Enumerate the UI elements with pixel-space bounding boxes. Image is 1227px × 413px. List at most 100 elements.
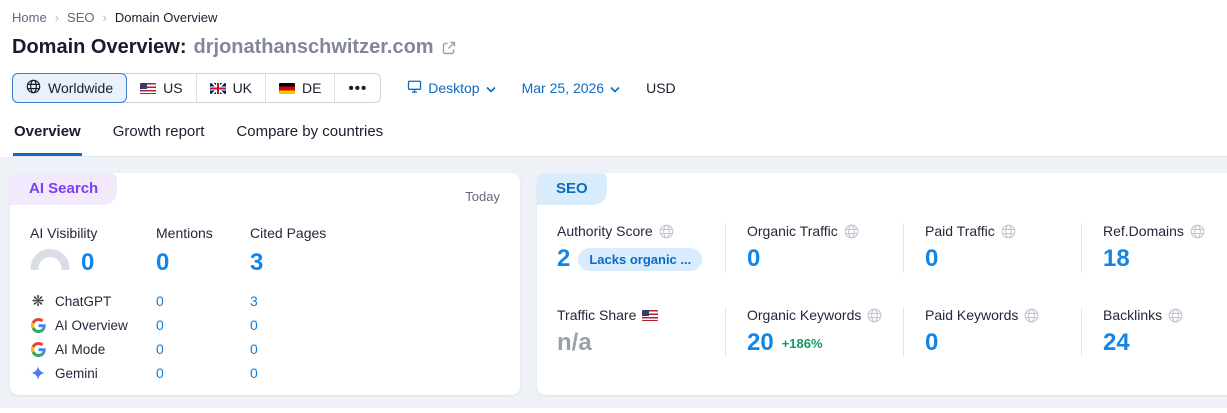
metric-paid-traffic: Paid Traffic 0: [903, 223, 1081, 273]
authority-score-value: 2 Lacks organic ...: [557, 245, 713, 273]
chatgpt-cited-pages[interactable]: 3: [250, 289, 520, 313]
ai-row-gemini: Gemini: [30, 361, 156, 385]
metric-value[interactable]: 0: [925, 329, 938, 357]
cited-pages-total[interactable]: 3: [250, 249, 520, 289]
globe-icon[interactable]: [1001, 224, 1016, 239]
region-button-de[interactable]: DE: [266, 74, 336, 102]
tab-compare-by-countries[interactable]: Compare by countries: [235, 123, 384, 156]
date-selector[interactable]: Mar 25, 2026: [522, 80, 621, 96]
breadcrumb-separator: ›: [54, 10, 60, 25]
metric-label: Ref.Domains: [1103, 223, 1184, 239]
ai-search-badge: AI Search: [10, 173, 118, 205]
page-title: Domain Overview: drjonathanschwitzer.com: [12, 36, 1227, 59]
region-label: US: [163, 80, 183, 96]
metric-paid-keywords: Paid Keywords 0: [903, 307, 1081, 357]
ai-row-label: AI Mode: [55, 341, 106, 357]
content-area: AI Search Today AI Visibility Mentions C…: [0, 157, 1227, 408]
mentions-header: Mentions: [156, 225, 213, 241]
globe-icon[interactable]: [844, 224, 859, 239]
metric-value[interactable]: 20: [747, 329, 774, 357]
seo-badge: SEO: [537, 173, 607, 205]
metric-label: Organic Traffic: [747, 223, 838, 239]
page-title-prefix: Domain Overview:: [12, 36, 187, 58]
google-icon: [30, 341, 46, 357]
device-selector[interactable]: Desktop: [407, 79, 496, 97]
chevron-down-icon: [486, 80, 496, 96]
metric-label: Organic Keywords: [747, 307, 862, 323]
metric-value[interactable]: 0: [747, 245, 760, 273]
organic-keywords-delta: +186%: [781, 335, 823, 351]
de-flag-icon: [279, 82, 296, 94]
metric-label: Paid Keywords: [925, 307, 1019, 323]
ai-overview-cited-pages[interactable]: 0: [250, 313, 520, 337]
more-regions-button[interactable]: •••: [335, 74, 380, 102]
cited-pages-header: Cited Pages: [250, 225, 327, 241]
domain-name: drjonathanschwitzer.com: [193, 36, 434, 58]
ai-search-card: AI Search Today AI Visibility Mentions C…: [10, 173, 520, 395]
authority-score-tag[interactable]: Lacks organic ...: [578, 247, 703, 271]
metric-authority-score: Authority Score 2 Lacks organic ...: [557, 223, 725, 273]
ai-row-ai-overview: AI Overview: [30, 313, 156, 337]
page-header: Home › SEO › Domain Overview Domain Over…: [0, 0, 1227, 157]
ai-visibility-header: AI Visibility: [30, 225, 98, 241]
ai-row-label: ChatGPT: [55, 293, 112, 309]
metric-label: Authority Score: [557, 223, 653, 239]
period-label: Today: [465, 189, 500, 204]
metric-traffic-share: Traffic Share n/a: [557, 307, 725, 357]
chatgpt-icon: ❋: [31, 292, 45, 310]
metric-value[interactable]: 2: [557, 245, 570, 273]
us-flag-icon: [642, 309, 659, 321]
breadcrumb-item-home[interactable]: Home: [12, 10, 47, 25]
device-label: Desktop: [428, 80, 480, 96]
chatgpt-mentions[interactable]: 0: [156, 289, 250, 313]
metric-value[interactable]: 0: [925, 245, 938, 273]
tab-overview[interactable]: Overview: [13, 123, 82, 156]
uk-flag-icon: [209, 82, 226, 94]
breadcrumb-item-domain-overview: Domain Overview: [114, 10, 218, 25]
gauge-icon: [30, 249, 70, 277]
gemini-mentions[interactable]: 0: [156, 361, 250, 385]
globe-icon[interactable]: [1024, 308, 1039, 323]
date-label: Mar 25, 2026: [521, 80, 605, 96]
us-flag-icon: [140, 82, 157, 94]
google-icon: [30, 317, 46, 333]
breadcrumb: Home › SEO › Domain Overview: [12, 10, 1227, 25]
ai-mode-mentions[interactable]: 0: [156, 337, 250, 361]
ai-mode-cited-pages[interactable]: 0: [250, 337, 520, 361]
breadcrumb-item-seo[interactable]: SEO: [67, 10, 94, 25]
mentions-total[interactable]: 0: [156, 249, 250, 289]
ai-row-label: Gemini: [55, 365, 98, 381]
ai-row-label: AI Overview: [55, 317, 128, 333]
gemini-cited-pages[interactable]: 0: [250, 361, 520, 385]
globe-icon[interactable]: [659, 224, 674, 239]
globe-icon[interactable]: [1190, 224, 1205, 239]
globe-icon[interactable]: [1168, 308, 1183, 323]
region-button-us[interactable]: US: [127, 74, 197, 102]
ai-visibility-total: 0: [30, 249, 156, 289]
breadcrumb-separator: ›: [102, 10, 107, 25]
seo-card: SEO Authority Score 2 Lacks organic ...: [537, 173, 1227, 395]
region-button-uk[interactable]: UK: [197, 74, 267, 102]
seo-metrics-grid: Authority Score 2 Lacks organic ... Orga…: [537, 173, 1227, 357]
region-label: UK: [232, 80, 253, 96]
tab-bar: Overview Growth report Compare by countr…: [12, 123, 1227, 157]
globe-icon[interactable]: [867, 308, 882, 323]
metric-organic-keywords: Organic Keywords 20 +186%: [725, 307, 903, 357]
chevron-down-icon: [610, 80, 620, 96]
gemini-icon: [30, 366, 46, 380]
worldwide-globe-icon: [26, 79, 41, 97]
region-button-worldwide[interactable]: Worldwide: [12, 73, 128, 103]
metric-backlinks: Backlinks 24: [1081, 307, 1227, 357]
region-label: Worldwide: [48, 80, 114, 96]
external-link-icon[interactable]: [441, 40, 457, 56]
metric-label: Backlinks: [1103, 307, 1163, 323]
ai-overview-mentions[interactable]: 0: [156, 313, 250, 337]
metric-value: n/a: [557, 329, 592, 356]
ellipsis-icon: •••: [348, 79, 368, 97]
metric-label: Paid Traffic: [925, 223, 995, 239]
currency-label: USD: [646, 80, 676, 96]
tab-growth-report[interactable]: Growth report: [112, 123, 206, 156]
toolbar: Worldwide US UK DE ••• Desktop Mar 25, 2…: [12, 73, 1227, 103]
metric-value[interactable]: 24: [1103, 329, 1130, 357]
metric-value[interactable]: 18: [1103, 245, 1130, 273]
